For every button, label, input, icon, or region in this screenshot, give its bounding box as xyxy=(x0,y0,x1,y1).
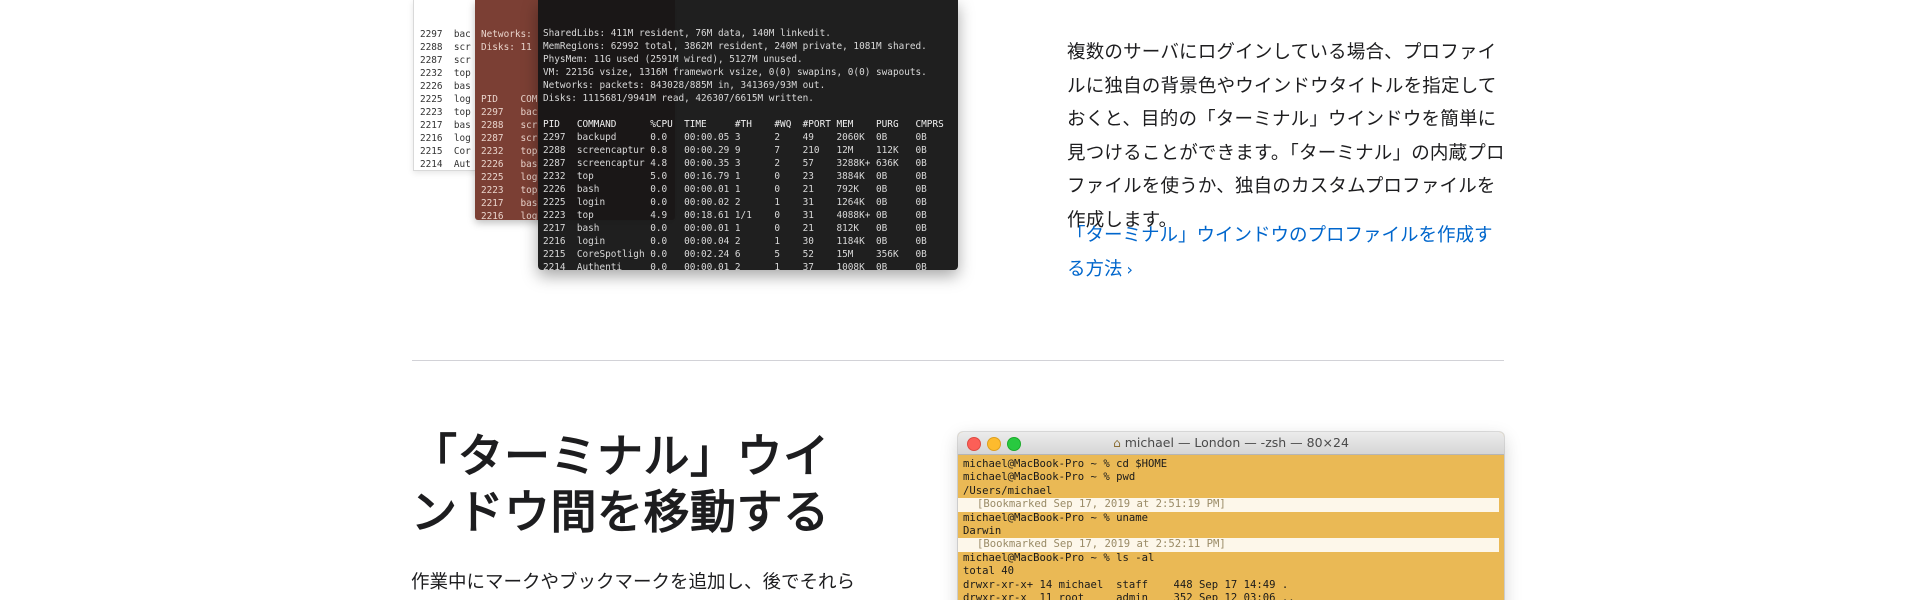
terminal-output-line: drwxr-xr-x 11 root admin 352 Sep 12 03:0… xyxy=(963,592,1295,600)
terminal-dark-line: 2215 CoreSpotligh 0.0 00:02.24 6 5 52 15… xyxy=(543,249,927,260)
terminal-output-line: michael@MacBook-Pro ~ % pwd xyxy=(963,471,1136,484)
terminal-dark-line: 2223 top 4.9 00:18.61 1/1 0 31 4088K+ 0B… xyxy=(543,210,927,221)
terminal-output-line: drwxr-xr-x+ 14 michael staff 448 Sep 17 … xyxy=(963,578,1289,591)
terminal-dark-line: 2297 backupd 0.0 00:00.05 3 2 49 2060K 0… xyxy=(543,132,927,143)
terminal-dark-line: PID COMMAND %CPU TIME #TH #WQ #PORT MEM … xyxy=(543,119,944,130)
terminal-output-line: michael@MacBook-Pro ~ % uname xyxy=(963,511,1148,524)
terminal-profiles-illustration: 2297 bac 2288 scr 2287 scr 2232 top 2226 bas… xyxy=(411,0,959,272)
section-body: 作業中にマークやブックマークを追加し、後でそれら xyxy=(411,572,856,593)
terminal-dark-line: PhysMem: 11G used (2591M wired), 5127M u… xyxy=(543,54,803,65)
terminal-title: michael — London — -zsh — 80×24 xyxy=(1124,435,1349,450)
terminal-titlebar: ⌂ michael — London — -zsh — 80×24 xyxy=(958,432,1504,455)
bookmark-line: [Bookmarked Sep 17, 2019 at 2:52:11 PM] xyxy=(958,538,1499,552)
close-button[interactable] xyxy=(967,437,981,451)
bookmark-line: [Bookmarked Sep 17, 2019 at 2:51:19 PM] xyxy=(958,498,1499,512)
terminal-output-line: /Users/michael xyxy=(963,484,1053,497)
chevron-right-icon: › xyxy=(1126,259,1133,279)
terminal-window-bookmarks: ⌂ michael — London — -zsh — 80×24 michael… xyxy=(958,432,1504,600)
terminal-dark-line: VM: 2215G vsize, 1316M framework vsize, … xyxy=(543,67,927,78)
terminal-dark-line: 2232 top 5.0 00:16.79 1 0 23 3884K 0B 0B xyxy=(543,171,927,182)
terminal-dark-line: Disks: 1115681/9941M read, 426307/6615M … xyxy=(543,93,814,104)
terminal-dark-line: SharedLibs: 411M resident, 76M data, 140… xyxy=(543,28,831,39)
terminal-dark-line: 2226 bash 0.0 00:00.01 1 0 21 792K 0B 0B xyxy=(543,184,927,195)
zoom-button[interactable] xyxy=(1007,437,1021,451)
section-divider xyxy=(412,360,1504,361)
terminal-output-line: total 40 xyxy=(963,565,1015,578)
terminal-dark-line xyxy=(543,105,958,118)
minimize-button[interactable] xyxy=(987,437,1001,451)
terminal-output-line: michael@MacBook-Pro ~ % ls -al xyxy=(963,551,1155,564)
home-folder-icon: ⌂ xyxy=(1113,436,1121,450)
terminal-output: michael@MacBook-Pro ~ % cd $HOME michael@… xyxy=(958,455,1504,600)
terminal-dark-line: 2214 Authenti 0.0 00:00.01 2 1 37 1008K … xyxy=(543,262,927,270)
terminal-dark-line: 2216 login 0.0 00:00.04 2 1 30 1184K 0B … xyxy=(543,236,927,247)
profiles-description: 複数のサーバにログインしている場合、プロファイルに独自の背景色やウインドウタイト… xyxy=(1067,42,1505,231)
page: 2297 bac 2288 scr 2287 scr 2232 top 2226 bas… xyxy=(0,0,1920,600)
terminal-output-line: michael@MacBook-Pro ~ % cd $HOME xyxy=(963,458,1168,470)
terminal-output-line: Darwin xyxy=(963,525,1002,538)
create-profile-link[interactable]: 「ターミナル」ウインドウのプロファイルを作成する方法 › xyxy=(1067,219,1507,286)
terminal-window-dark: SharedLibs: 411M resident, 76M data, 140… xyxy=(538,0,958,270)
terminal-dark-line: Networks: packets: 843028/885M in, 34136… xyxy=(543,80,826,91)
terminal-dark-line: 2288 screencaptur 0.8 00:00.29 9 7 210 1… xyxy=(543,145,927,156)
terminal-dark-line: MemRegions: 62992 total, 3862M resident,… xyxy=(543,41,927,52)
terminal-dark-lines: SharedLibs: 411M resident, 76M data, 140… xyxy=(538,26,958,270)
terminal-dark-line: 2225 login 0.0 00:00.02 2 1 31 1264K 0B … xyxy=(543,197,927,208)
terminal-dark-line: 2217 bash 0.0 00:00.01 1 0 21 812K 0B 0B xyxy=(543,223,927,234)
terminal-dark-line: 2287 screencaptur 4.8 00:00.35 3 2 57 32… xyxy=(543,158,927,169)
section-title: 「ターミナル」ウインドウ間を移動する xyxy=(411,429,830,539)
